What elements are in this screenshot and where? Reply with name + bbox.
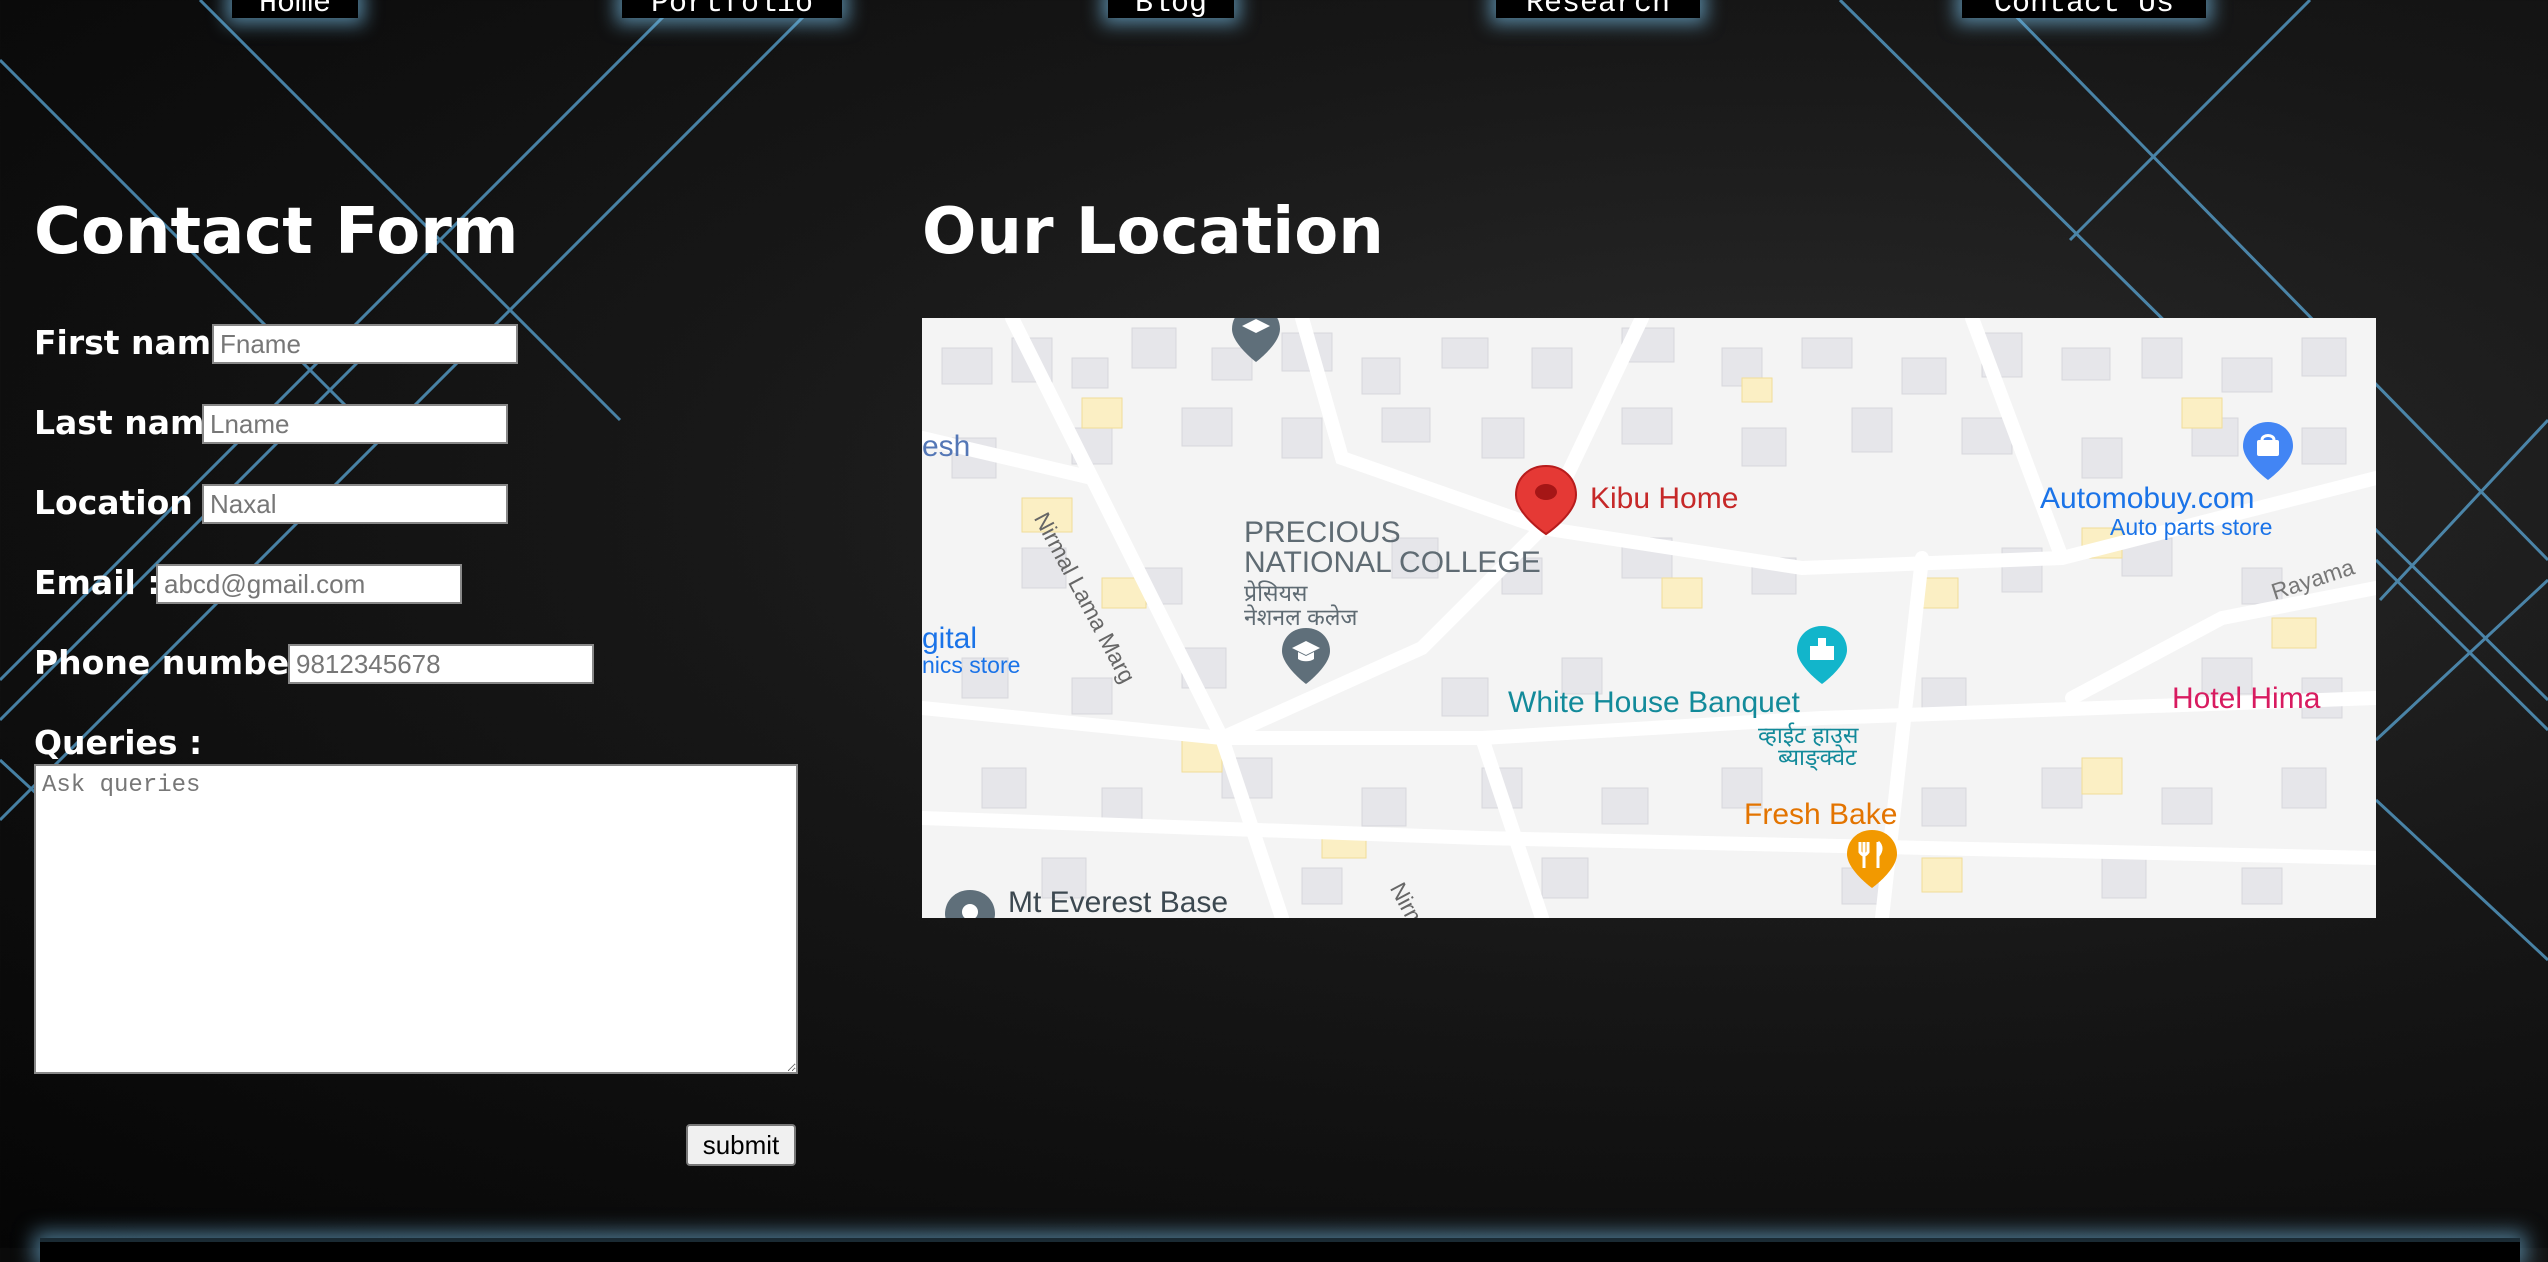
school-icon-top [1232, 318, 1280, 362]
nav-portfolio[interactable]: Portfolio [622, 0, 842, 18]
map-label-esh: esh [922, 430, 971, 463]
school-icon [1282, 628, 1330, 684]
map-label-automobuy-sub: Auto parts store [2110, 514, 2273, 540]
first-name-input[interactable] [212, 324, 518, 364]
nav-blog[interactable]: Blog [1108, 0, 1234, 18]
banquet-icon [1797, 626, 1847, 684]
map-label-college-en-2: NATIONAL COLLEGE [1244, 546, 1541, 579]
email-label: Email : [34, 563, 161, 602]
nav-home[interactable]: Home [232, 0, 358, 18]
queries-label: Queries : [34, 723, 203, 762]
queries-textarea[interactable] [34, 764, 798, 1074]
map-label-automobuy: Automobuy.com [2040, 482, 2255, 515]
restaurant-icon [1847, 830, 1897, 888]
map-label-everest: Mt Everest Base [1008, 886, 1229, 918]
map-streets [922, 318, 2376, 918]
map-label-white-house: White House Banquet [1508, 686, 1800, 719]
location-pin-icon [1514, 464, 1578, 536]
last-name-input[interactable] [202, 404, 508, 444]
submit-button[interactable]: submit [686, 1124, 796, 1166]
map-label-digital-2: nics store [922, 652, 1021, 678]
shopping-bag-icon [2243, 422, 2293, 480]
location-label: Location : [34, 483, 218, 522]
map-label-hotel: Hotel Hima [2172, 682, 2321, 715]
phone-label: Phone number : [34, 643, 331, 682]
place-icon [945, 890, 995, 918]
nav-research[interactable]: Research [1496, 0, 1700, 18]
map-label-college-en-1: PRECIOUS [1244, 516, 1401, 549]
email-input[interactable] [156, 564, 462, 604]
our-location-title: Our Location [922, 195, 1384, 269]
map-label-kibu-home: Kibu Home [1590, 482, 1739, 515]
nav-contact-us[interactable]: Contact Us [1962, 0, 2206, 18]
map-label-digital-1: gital [922, 622, 978, 655]
phone-input[interactable] [288, 644, 594, 684]
map-label-white-house-ne-2: ब्याङ्क्वेट [1778, 744, 1857, 770]
map-label-fresh-bake: Fresh Bake [1744, 798, 1898, 831]
contact-form-title: Contact Form [34, 195, 519, 269]
map-embed[interactable]: esh Nirmal Lama Marg Kibu Home PRECIOUS … [922, 318, 2376, 918]
footer-bar [40, 1238, 2520, 1262]
location-input[interactable] [202, 484, 508, 524]
